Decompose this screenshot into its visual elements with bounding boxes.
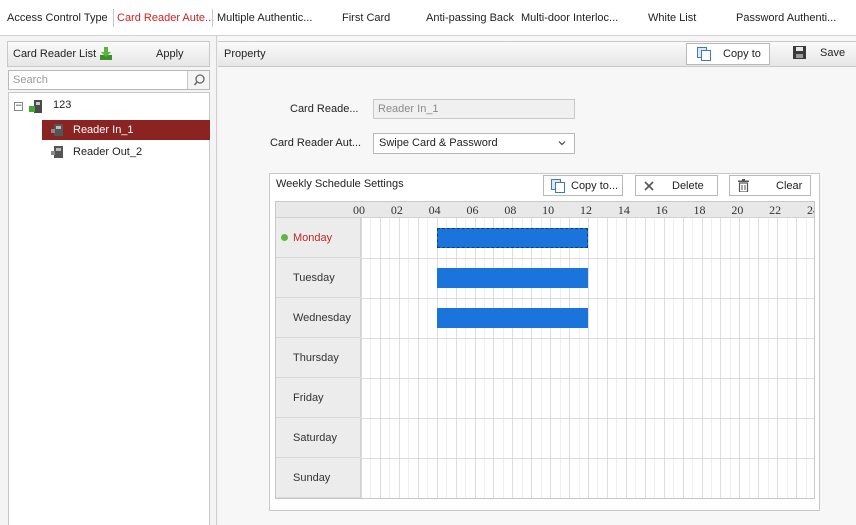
day-label: Saturday <box>293 432 338 444</box>
hour-label: 14 <box>617 203 630 217</box>
schedule-segment[interactable] <box>436 268 588 288</box>
hour-ruler: 00 02 04 06 08 10 12 14 16 18 20 22 24 <box>276 202 814 218</box>
access-controller-icon <box>29 100 42 113</box>
hour-label: 12 <box>580 203 592 217</box>
weekly-schedule-grid[interactable]: 00 02 04 06 08 10 12 14 16 18 20 22 24 Monday Tuesday… <box>275 201 815 499</box>
clear-label: Clear <box>776 180 803 192</box>
day-row-wednesday[interactable]: Wednesday <box>276 298 361 338</box>
weekly-schedule-group: Weekly Schedule Settings Copy to... Dele… <box>269 173 820 511</box>
tab-password-authentication[interactable]: Password Authenti... <box>736 0 836 36</box>
download-icon <box>100 47 112 60</box>
hour-label: 04 <box>428 203 441 217</box>
day-row-monday[interactable]: Monday <box>276 218 361 258</box>
search-button[interactable] <box>187 71 209 89</box>
save-icon <box>793 46 806 59</box>
hour-label: 24 <box>807 203 814 217</box>
search-input[interactable] <box>9 71 187 89</box>
trash-icon <box>738 179 749 192</box>
tab-card-reader-authentication[interactable]: Card Reader Aute... <box>117 0 214 36</box>
copy-to-button[interactable]: Copy to <box>686 43 770 65</box>
card-reader-auth-select[interactable]: Swipe Card & Password <box>373 133 575 154</box>
property-header: Property Copy to Save <box>218 41 856 67</box>
hour-label: 06 <box>466 203 479 217</box>
hour-label: 08 <box>504 203 517 217</box>
schedule-gridlines <box>361 218 814 498</box>
hour-label: 18 <box>693 203 706 217</box>
tree-item-label: Reader Out_2 <box>73 146 143 158</box>
hour-label: 22 <box>769 203 782 217</box>
tree-root-label[interactable]: 123 <box>53 99 71 111</box>
hour-label: 20 <box>731 203 744 217</box>
day-label: Monday <box>293 232 333 244</box>
module-tab-bar: Access Control Type Card Reader Aute... … <box>0 0 856 36</box>
search-box <box>8 70 210 90</box>
copy-icon <box>697 47 711 61</box>
card-reader-list-title: Card Reader List <box>13 48 97 60</box>
tab-anti-passing-back[interactable]: Anti-passing Back <box>426 0 514 36</box>
card-reader-list-panel: Card Reader List Apply − 123 <box>0 36 217 525</box>
chevron-down-icon <box>558 141 566 146</box>
schedule-copy-to-label: Copy to... <box>571 180 619 192</box>
apply-button[interactable]: Apply <box>93 42 209 66</box>
day-label: Wednesday <box>293 312 351 324</box>
auth-mode-value: Swipe Card & Password <box>379 137 498 149</box>
day-label: Tuesday <box>293 272 335 284</box>
hour-label: 00 <box>353 203 365 217</box>
day-label: Thursday <box>293 352 339 364</box>
tree-item-reader-out-2[interactable]: Reader Out_2 <box>42 142 210 162</box>
schedule-segment[interactable] <box>436 308 588 328</box>
close-icon <box>644 181 654 191</box>
property-panel: Property Copy to Save Card Reade... Card… <box>218 36 856 525</box>
schedule-copy-to-button[interactable]: Copy to... <box>543 175 623 196</box>
collapse-toggle[interactable]: − <box>14 102 23 111</box>
tab-first-card[interactable]: First Card <box>342 0 390 36</box>
schedule-segment[interactable] <box>436 228 588 248</box>
tab-multiple-authentication[interactable]: Multiple Authentic... <box>217 0 312 36</box>
tab-divider <box>113 9 114 27</box>
card-reader-icon <box>51 124 63 136</box>
save-label: Save <box>820 47 846 59</box>
search-icon <box>193 74 205 86</box>
card-reader-icon <box>51 146 63 158</box>
card-reader-field <box>373 99 575 119</box>
day-column: Monday Tuesday Wednesday Thursday Friday Satu… <box>276 218 361 498</box>
apply-label: Apply <box>156 48 184 60</box>
delete-button[interactable]: Delete <box>635 175 718 196</box>
tree-item-label: Reader In_1 <box>73 124 134 136</box>
hour-label: 16 <box>655 203 668 217</box>
card-reader-label: Card Reade... <box>290 103 359 115</box>
day-row-tuesday[interactable]: Tuesday <box>276 258 361 298</box>
tree-item-reader-in-1[interactable]: Reader In_1 <box>42 120 210 140</box>
day-label: Friday <box>293 392 324 404</box>
copy-icon <box>551 179 565 193</box>
save-button[interactable]: Save <box>784 43 856 65</box>
tab-multi-door-interlocking[interactable]: Multi-door Interloc... <box>521 0 618 36</box>
card-reader-tree: − 123 Reader In_1 Reader Out_2 <box>8 92 210 525</box>
copy-to-label: Copy to <box>723 48 761 60</box>
hour-label: 10 <box>542 203 555 217</box>
card-reader-list-header: Card Reader List Apply <box>7 41 210 67</box>
day-label: Sunday <box>293 472 331 484</box>
day-row-saturday[interactable]: Saturday <box>276 418 361 458</box>
clear-button[interactable]: Clear <box>729 175 811 196</box>
weekly-schedule-title: Weekly Schedule Settings <box>276 178 404 190</box>
card-reader-auth-label: Card Reader Aut... <box>270 137 362 149</box>
tab-divider <box>212 9 213 27</box>
tab-access-control-type[interactable]: Access Control Type <box>7 0 108 36</box>
active-day-indicator <box>281 234 288 241</box>
property-title: Property <box>224 48 266 60</box>
hour-label: 02 <box>390 203 403 217</box>
delete-label: Delete <box>672 180 704 192</box>
day-row-thursday[interactable]: Thursday <box>276 338 361 378</box>
day-row-friday[interactable]: Friday <box>276 378 361 418</box>
tab-white-list[interactable]: White List <box>648 0 696 36</box>
day-row-sunday[interactable]: Sunday <box>276 458 361 498</box>
